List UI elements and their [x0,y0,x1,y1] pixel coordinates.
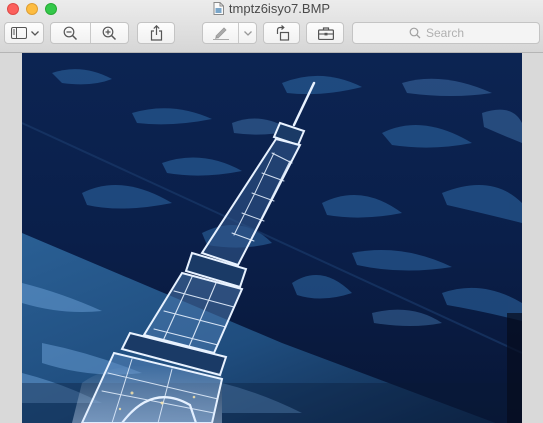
share-button[interactable] [137,22,175,44]
document-icon [213,2,224,19]
sidebar-icon [11,27,27,39]
title-bar: tmptz6isyo7.BMP Search [0,0,543,53]
zoom-out-icon [63,26,78,41]
eiffel-tower-photo [22,53,522,423]
zoom-out-button[interactable] [51,23,90,43]
chevron-down-icon [31,31,39,36]
rotate-button[interactable] [263,22,300,44]
sidebar-toggle-button[interactable] [4,22,44,44]
zoom-in-button[interactable] [91,23,129,43]
toolbox-button[interactable] [306,22,344,44]
markup-options-button[interactable] [239,23,257,43]
rotate-left-icon [276,25,290,41]
markup-button[interactable] [203,23,238,43]
zoom-in-icon [102,26,117,41]
toolbox-icon [318,27,334,40]
pen-icon [213,27,229,40]
displayed-image [22,53,522,423]
search-icon [409,27,421,39]
document-view[interactable] [0,53,543,423]
preview-window: tmptz6isyo7.BMP Search [0,0,543,423]
chevron-down-icon [244,31,252,36]
search-field[interactable]: Search [352,22,540,44]
search-placeholder: Search [426,26,465,40]
zoom-segmented-control [50,22,129,44]
share-icon [150,25,163,41]
markup-segmented-control [202,22,257,44]
window-title: tmptz6isyo7.BMP [0,1,543,17]
window-title-text: tmptz6isyo7.BMP [228,1,331,16]
